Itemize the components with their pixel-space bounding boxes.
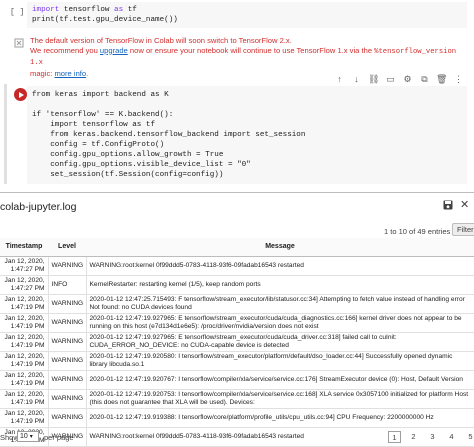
close-icon[interactable]: ✕ (460, 198, 469, 211)
log-table: Timestamp Level Message Jan 12, 2020, 1:… (0, 238, 474, 447)
log-message: KernelRestarter: restarting kernel (1/5)… (86, 275, 474, 295)
table-row: Jan 12, 2020, 1:47:19 PM WARNING 2020-01-1… (0, 370, 474, 390)
page-link[interactable]: 3 (426, 431, 439, 443)
table-row: Jan 12, 2020, 1:47:19 PM WARNING 2020-01-1… (0, 313, 474, 333)
column-header-message[interactable]: Message (86, 238, 474, 257)
output-clear-icon[interactable] (14, 38, 24, 48)
log-level: WARNING (48, 408, 87, 428)
page-link[interactable]: 2 (407, 431, 420, 443)
log-message: 2020-01-12 12:47:19.919388: I tensorflow… (86, 408, 474, 428)
save-icon[interactable] (443, 200, 453, 210)
page-link[interactable]: 4 (445, 431, 458, 443)
log-timestamp: Jan 12, 2020, 1:47:27 PM (0, 256, 49, 276)
log-level: WARNING (48, 389, 87, 409)
code-line: print(tf.test.gpu_device_name()) (32, 16, 178, 24)
code-keyword: as (114, 6, 124, 14)
log-timestamp: Jan 12, 2020, 1:47:19 PM (0, 294, 49, 314)
code-text: tf (123, 6, 137, 14)
log-timestamp: Jan 12, 2020, 1:47:27 PM (0, 275, 49, 295)
log-timestamp: Jan 12, 2020, 1:47:19 PM (0, 313, 49, 333)
log-level: WARNING (48, 294, 87, 314)
page-size-select[interactable]: 10 ▾ (17, 431, 39, 442)
output-text: We recommend you (30, 45, 100, 55)
page-link[interactable]: 5 (464, 431, 474, 443)
entries-count: 1 to 10 of 49 entries (384, 227, 451, 236)
code-keyword: import (32, 6, 60, 14)
pagination: Show 10 ▾ per page 12345 (0, 431, 474, 445)
log-level: WARNING (48, 256, 87, 276)
log-level: WARNING (48, 332, 87, 352)
log-message: 2020-01-12 12:47:19.920753: I tensorflow… (86, 389, 474, 409)
output-text: . (86, 68, 89, 78)
code-cell-1[interactable]: [ ] import tensorflow as tf print(tf.tes… (0, 0, 474, 30)
column-header-level[interactable]: Level (48, 238, 86, 257)
log-panel: colab-jupyter.log ✕ 1 to 10 of 49 entrie… (0, 192, 474, 447)
log-timestamp: Jan 12, 2020, 1:47:19 PM (0, 351, 49, 371)
output-text: magic: (30, 68, 55, 78)
table-row: Jan 12, 2020, 1:47:19 PM WARNING 2020-01-1… (0, 408, 474, 428)
show-label: Show (0, 433, 19, 442)
page-links: 12345 (388, 431, 474, 443)
code-text: tensorflow (59, 6, 115, 14)
log-level: WARNING (48, 313, 87, 333)
log-level: WARNING (48, 370, 87, 390)
run-cell-button[interactable] (14, 88, 27, 101)
upgrade-link[interactable]: upgrade (100, 46, 128, 55)
output-line: The default version of TensorFlow in Col… (30, 36, 292, 45)
chevron-down-icon: ▾ (29, 434, 33, 440)
cell-output-1: The default version of TensorFlow in Col… (14, 36, 469, 78)
code-editor-2[interactable]: from keras import backend as K if 'tenso… (27, 86, 467, 184)
table-row: Jan 12, 2020, 1:47:27 PM INFO KernelRestar… (0, 275, 474, 295)
log-panel-title: colab-jupyter.log (0, 201, 77, 213)
log-message: 2020-01-12 12:47:25.715493: F tensorflow… (86, 294, 474, 314)
log-message: 2020-01-12 12:47:19.920767: I tensorflow… (86, 370, 474, 390)
table-row: Jan 12, 2020, 1:47:27 PM WARNING WARNING:r… (0, 256, 474, 276)
code-cell-2[interactable]: from keras import backend as K if 'tenso… (0, 84, 474, 188)
table-row: Jan 12, 2020, 1:47:19 PM WARNING 2020-01-1… (0, 294, 474, 314)
log-level: WARNING (48, 351, 87, 371)
table-row: Jan 12, 2020, 1:47:19 PM WARNING 2020-01-1… (0, 389, 474, 409)
per-page-label: per page (44, 433, 74, 442)
more-info-link[interactable]: more info (54, 69, 86, 78)
cell-run-bracket[interactable]: [ ] (10, 8, 24, 17)
log-message: 2020-01-12 12:47:19.927965: E tensorflow… (86, 313, 474, 333)
log-level: INFO (48, 275, 87, 295)
log-message: 2020-01-12 12:47:19.927965: E tensorflow… (86, 332, 474, 352)
filter-button[interactable]: Filter (452, 223, 474, 236)
log-timestamp: Jan 12, 2020, 1:47:19 PM (0, 332, 49, 352)
cell-focus-bar (4, 84, 7, 184)
output-text: now or ensure your notebook will continu… (127, 45, 375, 55)
log-message: WARNING:root:kernel 0f99ddd5-0783-4118-9… (86, 256, 474, 276)
code-editor-1[interactable]: import tensorflow as tf print(tf.test.gp… (27, 2, 467, 28)
table-row: Jan 12, 2020, 1:47:19 PM WARNING 2020-01-1… (0, 332, 474, 352)
column-header-timestamp[interactable]: Timestamp (0, 238, 48, 257)
log-timestamp: Jan 12, 2020, 1:47:19 PM (0, 408, 49, 428)
page-size-value: 10 (20, 433, 28, 440)
log-timestamp: Jan 12, 2020, 1:47:19 PM (0, 370, 49, 390)
table-row: Jan 12, 2020, 1:47:19 PM WARNING 2020-01-1… (0, 351, 474, 371)
log-timestamp: Jan 12, 2020, 1:47:19 PM (0, 389, 49, 409)
page-link[interactable]: 1 (388, 431, 401, 443)
log-message: 2020-01-12 12:47:19.920580: I tensorflow… (86, 351, 474, 371)
